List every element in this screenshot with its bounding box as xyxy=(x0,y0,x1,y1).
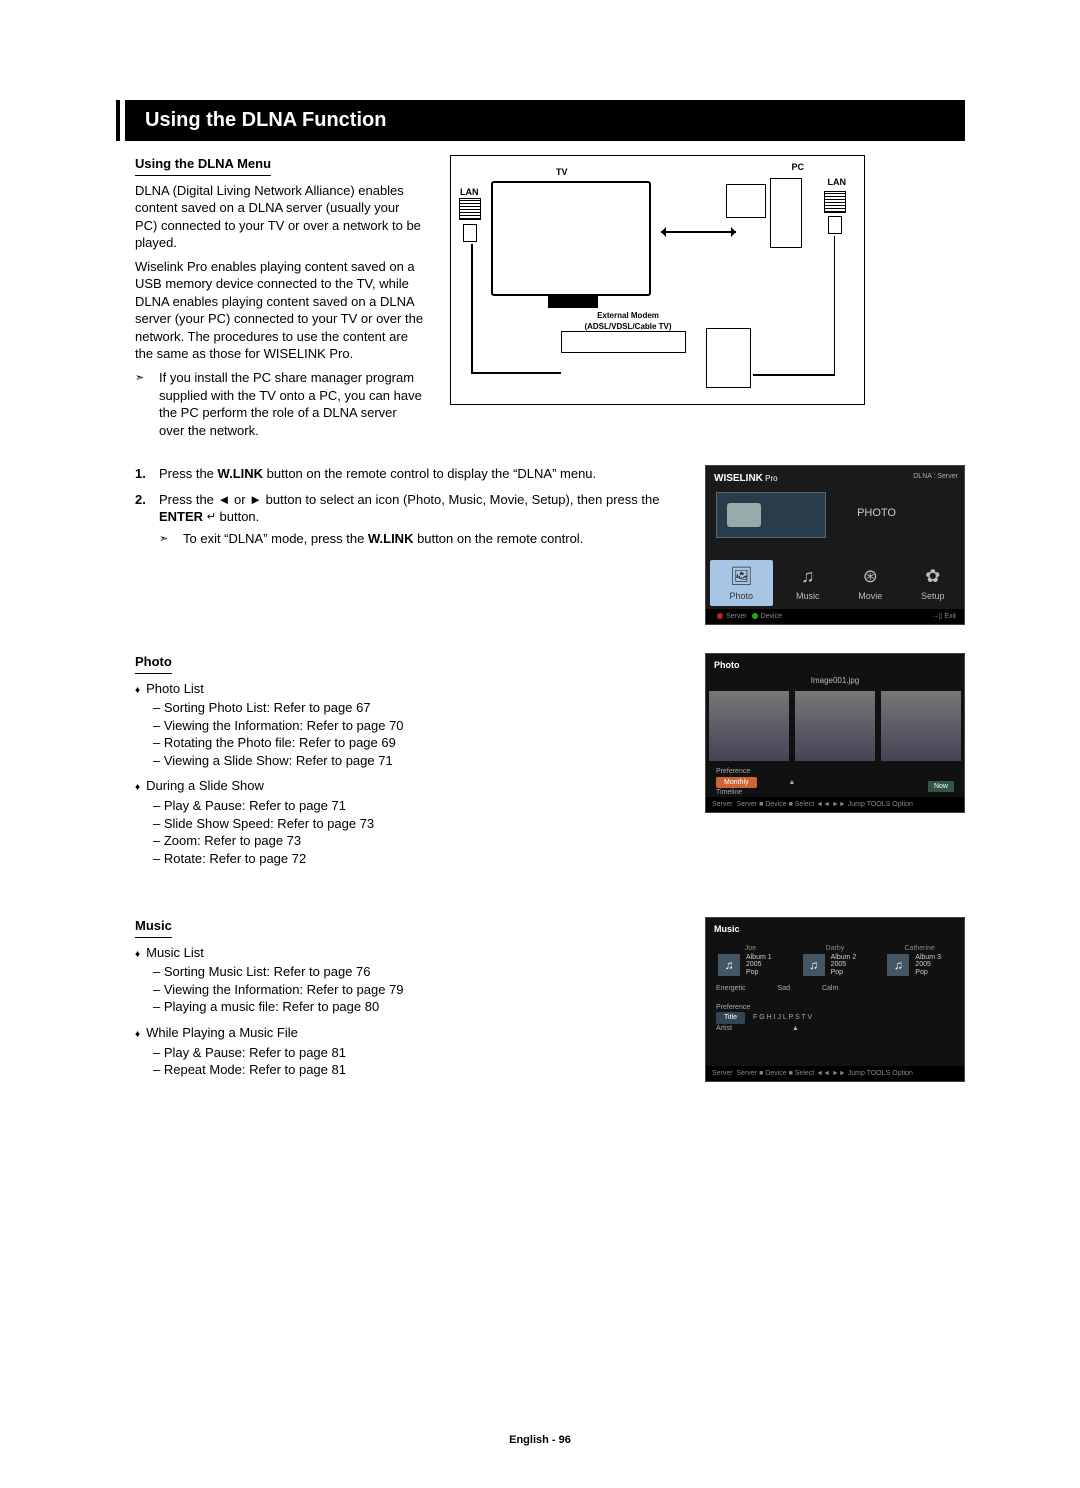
diagram-wallplate xyxy=(706,328,751,388)
list-item: Rotate: Refer to page 72 xyxy=(153,850,680,868)
menu-icon-photo: 🖼Photo xyxy=(710,560,773,606)
menu-icon-setup: ✿Setup xyxy=(902,560,965,606)
list-item: Viewing the Information: Refer to page 7… xyxy=(153,717,680,735)
enter-icon: ↵ xyxy=(207,511,216,523)
screenshot-wiselink-menu: WISELINK Pro DLNA : Server PHOTO 🖼Photo … xyxy=(705,465,965,625)
diagram-modem xyxy=(561,331,686,353)
diagram-label-lan-right: LAN xyxy=(828,176,847,188)
diagram-lan-port-right xyxy=(824,191,846,213)
wiselink-thumb xyxy=(716,492,826,538)
photo-list-heading: Photo List Sorting Photo List: Refer to … xyxy=(135,680,680,770)
diagram-monitor xyxy=(726,184,766,218)
intro-paragraph-2: Wiselink Pro enables playing content sav… xyxy=(135,258,425,363)
diagram-plug-left xyxy=(463,224,477,242)
red-dot-icon xyxy=(717,613,723,619)
list-item: Slide Show Speed: Refer to page 73 xyxy=(153,815,680,833)
music-playing-heading: While Playing a Music File Play & Pause:… xyxy=(135,1024,680,1079)
dlna-server-label: DLNA : Server xyxy=(913,472,958,481)
photo-thumb xyxy=(795,691,875,761)
music-list-heading: Music List Sorting Music List: Refer to … xyxy=(135,944,680,1016)
list-item: Repeat Mode: Refer to page 81 xyxy=(153,1061,680,1079)
intro-paragraph-1: DLNA (Digital Living Network Alliance) e… xyxy=(135,182,425,252)
photo-thumb xyxy=(709,691,789,761)
list-item: Play & Pause: Refer to page 81 xyxy=(153,1044,680,1062)
music-note-icon: ♫ xyxy=(887,954,909,976)
note-icon: ➣ xyxy=(135,371,144,386)
menu-icon-movie: ⊛Movie xyxy=(839,560,902,606)
list-item: Zoom: Refer to page 73 xyxy=(153,832,680,850)
step-1: Press the W.LINK button on the remote co… xyxy=(135,465,680,483)
list-item: Rotating the Photo file: Refer to page 6… xyxy=(153,734,680,752)
diagram-label-tv: TV xyxy=(556,166,568,178)
diagram-arrow xyxy=(661,231,736,233)
subhead-music: Music xyxy=(135,917,172,938)
subhead-dlna-menu: Using the DLNA Menu xyxy=(135,155,271,176)
note-pc-share: ➣ If you install the PC share manager pr… xyxy=(135,369,425,439)
music-item: Joe ♫ Album 12005Pop xyxy=(718,944,783,977)
note-icon: ➣ xyxy=(159,532,168,547)
diagram-tv xyxy=(491,181,651,296)
list-item: Sorting Music List: Refer to page 76 xyxy=(153,963,680,981)
diagram-label-lan-left: LAN xyxy=(460,186,479,198)
photo-thumb xyxy=(881,691,961,761)
diagram-pc-tower xyxy=(770,178,802,248)
diagram-lan-port-left xyxy=(459,198,481,220)
music-item: Darby ♫ Album 22005Pop xyxy=(803,944,868,977)
list-item: Playing a music file: Refer to page 80 xyxy=(153,998,680,1016)
page-title: Using the DLNA Function xyxy=(125,100,965,141)
music-note-icon: ♫ xyxy=(718,954,740,976)
wiselink-selected-label: PHOTO xyxy=(857,506,896,521)
subhead-photo: Photo xyxy=(135,653,172,674)
list-item: Viewing a Slide Show: Refer to page 71 xyxy=(153,752,680,770)
network-diagram: TV LAN External Modem (ADSL/VDSL/Cable T… xyxy=(450,155,865,405)
green-dot-icon xyxy=(752,613,758,619)
screenshot-photo-list: Photo Image001.jpg Preference Monthly ▲ … xyxy=(705,653,965,813)
music-note-icon: ♫ xyxy=(803,954,825,976)
slide-show-heading: During a Slide Show Play & Pause: Refer … xyxy=(135,777,680,867)
list-item: Play & Pause: Refer to page 71 xyxy=(153,797,680,815)
step-2: Press the ◄ or ► button to select an ico… xyxy=(135,491,680,548)
diagram-plug-right xyxy=(828,216,842,234)
music-item: Catherine ♫ Album 32005Pop xyxy=(887,944,952,977)
list-item: Viewing the Information: Refer to page 7… xyxy=(153,981,680,999)
diagram-label-modem: External Modem (ADSL/VDSL/Cable TV) xyxy=(583,311,673,333)
page-number: English - 96 xyxy=(0,1433,1080,1448)
menu-icon-music: ♫Music xyxy=(777,560,840,606)
list-item: Sorting Photo List: Refer to page 67 xyxy=(153,699,680,717)
diagram-label-pc: PC xyxy=(791,161,804,173)
screenshot-music-list: Music Joe ♫ Album 12005Pop Darby ♫ Album… xyxy=(705,917,965,1082)
